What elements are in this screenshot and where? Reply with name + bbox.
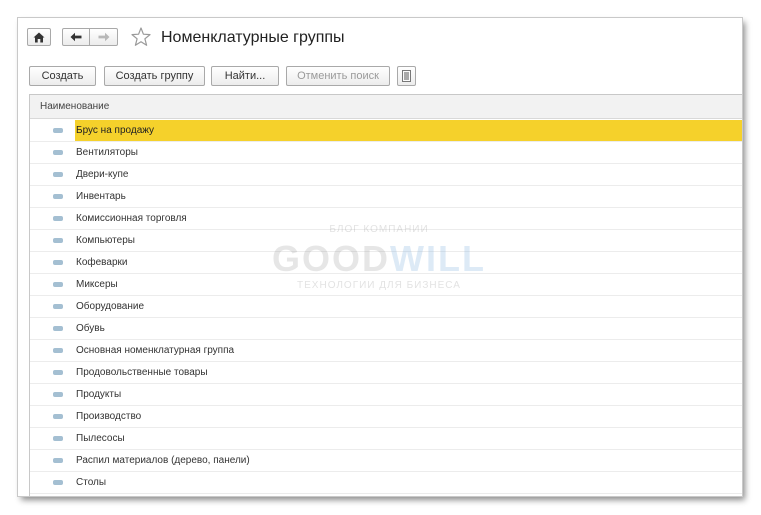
create-button[interactable]: Создать (29, 66, 96, 86)
row-label: Миксеры (76, 279, 118, 290)
create-group-button[interactable]: Создать группу (104, 66, 205, 86)
home-button[interactable] (27, 28, 51, 46)
page-title: Номенклатурные группы (161, 29, 345, 46)
row-label: Оборудование (76, 301, 145, 312)
column-header-name[interactable]: Наименование (30, 95, 742, 119)
table-row[interactable]: Брус на продажу (30, 120, 742, 142)
table-row[interactable]: Продовольственные товары (30, 362, 742, 384)
item-icon (53, 370, 63, 375)
table-row[interactable]: Пылесосы (30, 428, 742, 450)
item-icon (53, 260, 63, 265)
table-row[interactable]: Кофеварки (30, 252, 742, 274)
back-button[interactable] (62, 28, 90, 46)
command-bar: Создать Создать группу Найти... Отменить… (18, 66, 742, 88)
star-icon (131, 27, 151, 46)
row-label: Двери-купе (76, 169, 129, 180)
item-icon (53, 414, 63, 419)
row-label: Столы (76, 477, 107, 488)
forward-button[interactable] (89, 28, 118, 46)
row-label: Пылесосы (76, 433, 125, 444)
row-label: Комиссионная торговля (76, 213, 187, 224)
row-label: Продукты (76, 389, 122, 400)
row-label: Вентиляторы (76, 147, 138, 158)
more-menu-icon (402, 70, 411, 82)
table-row[interactable]: Компьютеры (30, 230, 742, 252)
item-icon (53, 392, 63, 397)
item-icon (53, 480, 63, 485)
item-icon (53, 348, 63, 353)
home-icon (33, 32, 45, 42)
item-icon (53, 458, 63, 463)
item-icon (53, 194, 63, 199)
table-row[interactable]: Основная номенклатурная группа (30, 340, 742, 362)
table-row[interactable]: Производство (30, 406, 742, 428)
arrow-left-icon (70, 32, 82, 42)
row-label: Брус на продажу (75, 120, 742, 141)
item-icon (53, 326, 63, 331)
row-label: Обувь (76, 323, 105, 334)
table-row[interactable]: Вентиляторы (30, 142, 742, 164)
item-icon (53, 172, 63, 177)
cancel-search-button[interactable]: Отменить поиск (286, 66, 390, 86)
favorite-button[interactable] (130, 26, 152, 48)
item-icon (53, 216, 63, 221)
table-row[interactable]: Инвентарь (30, 186, 742, 208)
history-nav (62, 28, 118, 46)
table-row[interactable]: Комиссионная торговля (30, 208, 742, 230)
app-window: Номенклатурные группы Создать Создать гр… (18, 18, 742, 496)
row-label: Компьютеры (76, 235, 135, 246)
item-icon (53, 304, 63, 309)
item-icon (53, 128, 63, 133)
item-icon (53, 436, 63, 441)
row-label: Производство (76, 411, 142, 422)
groups-table: Наименование Брус на продажу Вентиляторы Д… (29, 94, 742, 496)
table-row[interactable]: Распил материалов (дерево, панели) (30, 450, 742, 472)
table-body: Брус на продажу Вентиляторы Двери-купе Инве… (30, 120, 742, 494)
item-icon (53, 282, 63, 287)
row-label: Кофеварки (76, 257, 128, 268)
row-label: Инвентарь (76, 191, 126, 202)
title-bar: Номенклатурные группы (18, 18, 742, 60)
item-icon (53, 238, 63, 243)
row-label: Распил материалов (дерево, панели) (76, 455, 250, 466)
item-icon (53, 150, 63, 155)
table-row[interactable]: Оборудование (30, 296, 742, 318)
find-button[interactable]: Найти... (211, 66, 279, 86)
row-label: Основная номенклатурная группа (76, 345, 235, 356)
table-row[interactable]: Столы (30, 472, 742, 494)
row-label: Продовольственные товары (76, 367, 208, 378)
more-menu-button[interactable] (397, 66, 416, 86)
table-row[interactable]: Обувь (30, 318, 742, 340)
table-row[interactable]: Продукты (30, 384, 742, 406)
table-row[interactable]: Двери-купе (30, 164, 742, 186)
table-row[interactable]: Миксеры (30, 274, 742, 296)
arrow-right-icon (98, 32, 109, 42)
